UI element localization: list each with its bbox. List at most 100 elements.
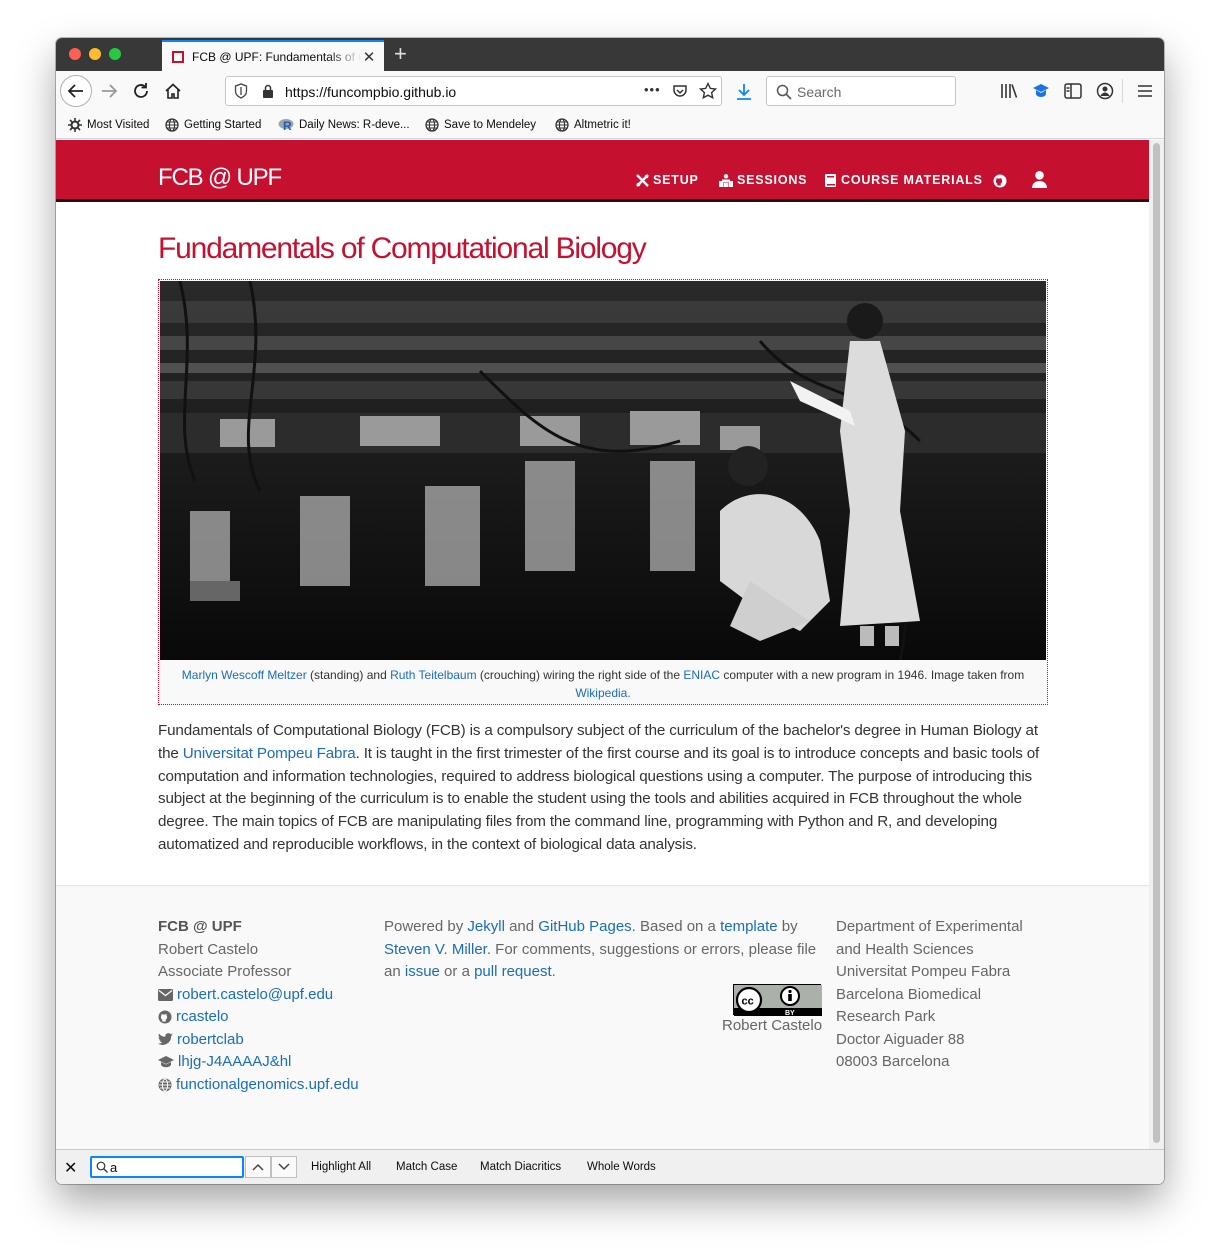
zoom-window-button[interactable] [109,48,121,60]
svg-text:cc: cc [742,996,754,1008]
new-tab-button[interactable]: + [394,42,407,66]
steven-miller-link[interactable]: Steven V. Miller [384,941,487,958]
github-icon[interactable] [993,174,1007,188]
highlight-all-toggle[interactable]: Highlight All [311,1161,371,1173]
caption-period: . [627,686,631,700]
nav-course-materials[interactable]: COURSE MATERIALS [825,173,983,187]
pocket-icon[interactable] [672,83,688,99]
bookmark-most-visited[interactable]: Most Visited [68,118,149,132]
site-footer: FCB @ UPF Robert Castelo Associate Profe… [56,885,1149,1149]
sidebar-icon[interactable] [1064,83,1082,99]
caption-link-wikipedia[interactable]: Wikipedia [575,686,627,700]
toolbar-separator [1122,79,1123,103]
favicon-icon [172,50,184,63]
find-input[interactable]: a [90,1156,244,1178]
tab-strip: FCB @ UPF: Fundamentals of Computational… [56,38,1164,71]
bookmark-getting-started[interactable]: Getting Started [165,118,261,132]
find-input-value[interactable]: a [110,1160,117,1175]
gear-icon [68,118,82,132]
page-actions-icon[interactable]: ••• [644,82,661,97]
footer-credits: Powered by Jekyll and GitHub Pages. Base… [384,916,824,984]
credits-text: . Based on a [631,918,721,935]
search-bar[interactable]: Search [766,76,956,106]
github-pages-link[interactable]: GitHub Pages [538,918,631,935]
bookmark-label: Altmetric it! [574,119,631,131]
library-icon[interactable] [1000,83,1018,99]
back-arrow-icon [67,84,83,98]
figure-caption: Marlyn Wescoff Meltzer (standing) and Ru… [169,666,1037,702]
footer-twitter-link[interactable]: robertclab [177,1029,244,1052]
bookmark-label: Most Visited [87,119,150,131]
cc-by-license-badge[interactable]: cc BY [733,984,822,1017]
reload-button[interactable] [126,76,156,106]
active-tab[interactable]: FCB @ UPF: Fundamentals of Computational… [162,40,384,71]
back-button[interactable] [60,75,92,107]
shield-icon [234,83,248,99]
find-next-button[interactable] [271,1156,297,1178]
pull-request-link[interactable]: pull request [474,963,552,980]
bookmarks-toolbar: Most Visited Getting Started R Daily New… [56,113,1164,139]
chevron-down-icon [278,1163,290,1171]
bookmark-altmetric[interactable]: Altmetric it! [555,118,631,132]
tab-close-icon[interactable]: ✕ [362,48,376,66]
search-icon [776,84,792,100]
issue-link[interactable]: issue [405,963,440,980]
browser-window: FCB @ UPF: Fundamentals of Computational… [56,38,1164,1184]
bookmark-daily-news[interactable]: R Daily News: R-deve... [278,118,410,132]
footer-web-link[interactable]: functionalgenomics.upf.edu [176,1074,359,1097]
caption-link-teitelbaum[interactable]: Ruth Teitelbaum [390,668,477,682]
globe-icon [158,1078,172,1092]
book-icon [825,173,836,187]
scrollbar-thumb[interactable] [1153,143,1160,1143]
address-line: 08003 Barcelona [836,1053,950,1070]
caption-text: (crouching) wiring the right side of the [476,668,684,682]
tools-icon [636,173,649,187]
forward-arrow-icon [102,84,118,98]
globe-icon [165,118,179,132]
menu-icon[interactable] [1137,84,1153,98]
nav-setup[interactable]: SETUP [636,173,699,187]
account-icon[interactable] [1096,82,1114,100]
star-icon[interactable] [699,82,717,100]
search-icon [96,1161,108,1173]
nav-label: SETUP [653,173,699,187]
find-previous-button[interactable] [245,1156,271,1178]
upf-link[interactable]: Universitat Pompeu Fabra [183,745,356,762]
caption-link-meltzer[interactable]: Marlyn Wescoff Meltzer [182,668,307,682]
find-close-icon[interactable]: ✕ [64,1158,77,1178]
address-line: Doctor Aiguader 88 [836,1030,965,1048]
nav-sessions[interactable]: SESSIONS [719,173,807,187]
github-icon [158,1010,172,1024]
home-button[interactable] [158,76,188,106]
url-text[interactable]: https://funcompbio.github.io [285,84,456,100]
lock-icon [263,84,273,98]
footer-scholar-link[interactable]: lhjg-J4AAAAJ&hl [178,1051,291,1074]
extension-icon[interactable] [1032,82,1050,100]
svg-text:BY: BY [785,1010,795,1016]
site-brand[interactable]: FCB @ UPF [158,164,282,192]
caption-link-eniac[interactable]: ENIAC [683,668,720,682]
whole-words-toggle[interactable]: Whole Words [587,1161,656,1173]
footer-scholar-row: lhjg-J4AAAAJ&hl [158,1051,378,1074]
bookmark-save-to-mendeley[interactable]: Save to Mendeley [425,118,536,132]
credits-text: Powered by [384,918,468,935]
url-bar[interactable]: https://funcompbio.github.io ••• [225,76,722,106]
match-case-toggle[interactable]: Match Case [396,1161,457,1173]
close-window-button[interactable] [69,48,81,60]
bookmark-label: Getting Started [184,119,262,131]
credits-text: and [504,918,539,935]
forward-button[interactable] [94,76,124,106]
jekyll-link[interactable]: Jekyll [467,918,505,935]
download-icon[interactable] [736,83,752,101]
envelope-icon [158,988,173,1001]
user-icon[interactable] [1032,171,1047,188]
tab-title: FCB @ UPF: Fundamentals of Computational… [192,49,362,64]
template-link[interactable]: template [720,918,778,935]
bookmark-label: Save to Mendeley [444,119,537,131]
page-scrollbar[interactable] [1149,140,1164,1149]
minimize-window-button[interactable] [89,48,101,60]
match-diacritics-toggle[interactable]: Match Diacritics [480,1161,561,1173]
footer-github-row: rcastelo [158,1006,378,1029]
footer-email-link[interactable]: robert.castelo@upf.edu [177,984,333,1007]
footer-github-link[interactable]: rcastelo [176,1006,229,1029]
